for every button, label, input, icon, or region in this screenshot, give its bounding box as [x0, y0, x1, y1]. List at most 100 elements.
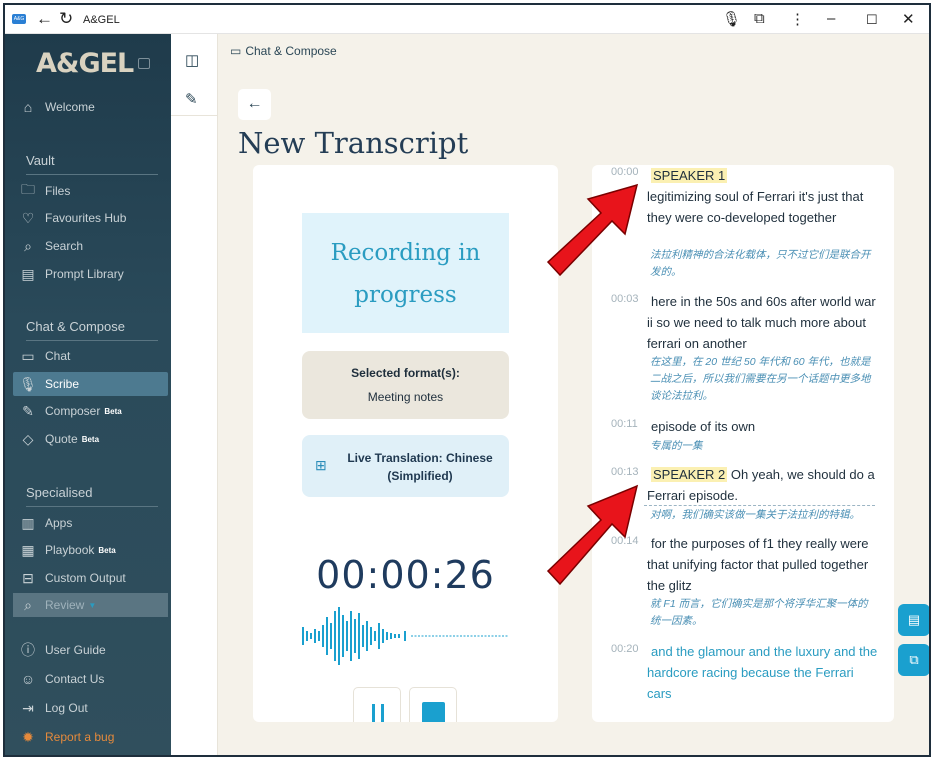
sidebar-item-files[interactable]: 🗀 Files — [13, 179, 168, 203]
sidebar-item-apps[interactable]: ▥ Apps — [13, 511, 168, 535]
segment-timestamp: 00:00 — [611, 166, 639, 178]
book-icon[interactable]: ▤ — [898, 604, 929, 636]
translation-box[interactable]: ⊞ Live Translation: Chinese (Simplified) — [302, 435, 509, 497]
beta-badge: Beta — [98, 545, 116, 555]
segment-timestamp: 00:03 — [611, 293, 639, 305]
format-box[interactable]: Selected format(s): Meeting notes — [302, 351, 509, 419]
audio-waveform — [302, 607, 509, 665]
panel-toggle-icon[interactable]: ◫ — [185, 51, 199, 69]
sidebar-item-label: Custom Output — [45, 571, 126, 585]
chat-icon: ▭ — [230, 44, 242, 58]
pause-icon — [372, 704, 375, 722]
tag-icon: ◇ — [22, 430, 34, 447]
more-menu-icon[interactable]: ⋮ — [790, 10, 805, 28]
segment-translation: 法拉利精神的合法化载体，只不过它们是联合开发的。 — [650, 249, 871, 278]
recorder-panel: Recording in progress Selected format(s)… — [253, 165, 558, 722]
contact-icon: ☺ — [20, 671, 36, 687]
beta-badge: Beta — [104, 406, 122, 416]
breadcrumb-label: Chat & Compose — [245, 44, 337, 58]
sidebar-item-custom-output[interactable]: ⊟ Custom Output — [13, 566, 168, 590]
segment-body: episode of its own — [651, 419, 756, 434]
section-heading-vault: Vault — [26, 153, 158, 175]
sidebar-item-log-out[interactable]: ⇥ Log Out — [13, 696, 168, 720]
segment-timestamp: 00:13 — [611, 466, 639, 478]
sidebar-item-label: Search — [45, 239, 84, 253]
format-title: Selected format(s): — [351, 366, 460, 380]
sidebar-item-label: Review — [45, 598, 85, 612]
sidebar-item-composer[interactable]: ✎ Composer Beta — [13, 399, 168, 423]
sidebar-item-label: Files — [45, 184, 71, 198]
sidebar-item-contact-us[interactable]: ☺ Contact Us — [13, 667, 168, 691]
sidebar: A&GEL ⌂ Welcome Vault 🗀 Files ♡ Favourit… — [5, 34, 171, 755]
segment-translation: 对啊，我们确实该做一集关于法拉利的特辑。 — [650, 509, 860, 521]
sidebar-item-prompt-library[interactable]: ▤ Prompt Library — [13, 262, 168, 286]
segment-body: legitimizing soul of Ferrari it's just t… — [647, 189, 864, 225]
chat-icon: ▭ — [21, 347, 35, 364]
extension-icon[interactable]: ⧉ — [754, 10, 765, 27]
library-icon: ▤ — [21, 265, 35, 282]
search-icon: ⌕ — [24, 237, 32, 254]
pause-button[interactable] — [353, 687, 401, 722]
copy-icon[interactable]: ⧉ — [898, 644, 929, 676]
sidebar-item-label: Scribe — [45, 377, 80, 391]
translate-icon: ⊞ — [315, 457, 327, 473]
sidebar-item-label: Favourites Hub — [45, 211, 127, 225]
folder-icon: 🗀 — [21, 181, 35, 197]
book-icon: ▦ — [21, 541, 35, 558]
sidebar-item-chat[interactable]: ▭ Chat — [13, 344, 168, 368]
breadcrumb[interactable]: ▭ Chat & Compose — [230, 44, 337, 58]
microphone-icon[interactable]: 🎙 — [722, 10, 741, 28]
recording-status: Recording in progress — [302, 213, 509, 333]
app-logo: A&GEL — [36, 48, 134, 79]
segment-body: here in the 50s and 60s after world war … — [647, 294, 876, 351]
tool-column: ◫ ✎ — [171, 34, 218, 755]
sidebar-item-welcome[interactable]: ⌂ Welcome — [13, 95, 168, 119]
back-arrow-icon[interactable]: ← — [36, 9, 53, 29]
sidebar-item-label: User Guide — [45, 643, 106, 657]
sidebar-item-label: Report a bug — [45, 730, 115, 744]
sidebar-item-label: Composer — [45, 404, 101, 418]
segment-timestamp: 00:20 — [611, 643, 639, 655]
back-button[interactable]: ← — [238, 89, 271, 120]
app-window: A&G ← ↻ A&GEL 🎙 ⧉ ⋮ – ☐ ✕ A&GEL ⌂ Welcom… — [3, 3, 931, 757]
segment-text: SPEAKER 1 legitimizing soul of Ferrari it… — [647, 165, 879, 228]
beta-badge: Beta — [81, 434, 100, 444]
segment-timestamp: 00:11 — [611, 418, 638, 430]
stop-button[interactable] — [409, 687, 457, 722]
sidebar-item-playbook[interactable]: ▦ Playbook Beta — [13, 538, 168, 562]
info-icon: ⓘ — [21, 642, 35, 658]
sidebar-item-label: Quote — [45, 432, 78, 446]
new-note-icon[interactable]: ✎ — [185, 90, 198, 108]
close-icon[interactable]: ✕ — [902, 10, 915, 28]
page-title: New Transcript — [238, 126, 469, 160]
sidebar-item-scribe[interactable]: 🎙 Scribe — [13, 372, 168, 396]
reload-icon[interactable]: ↻ — [59, 9, 73, 29]
sidebar-item-label: Log Out — [45, 701, 88, 715]
sidebar-item-label: Playbook — [45, 543, 95, 557]
sidebar-item-favourites-hub[interactable]: ♡ Favourites Hub — [13, 206, 168, 230]
heart-icon: ♡ — [21, 209, 35, 226]
app-badge: A&G — [12, 14, 26, 24]
sidebar-item-review[interactable]: ⌕ Review ▼ — [13, 593, 168, 617]
sidebar-item-label: Contact Us — [45, 672, 105, 686]
sidebar-item-report-bug[interactable]: ✹ Report a bug — [13, 725, 168, 749]
sidebar-item-quote[interactable]: ◇ Quote Beta — [13, 427, 168, 451]
segment-translation: 在这里，在 20 世纪 50 年代和 60 年代，也就是二战之后，所以我们需要在… — [650, 356, 871, 402]
section-heading-specialised: Specialised — [26, 485, 158, 507]
annotation-arrow — [546, 183, 639, 277]
speaker-label: SPEAKER 1 — [651, 168, 728, 183]
sidebar-item-search[interactable]: ⌕ Search — [13, 234, 168, 258]
format-value: Meeting notes — [367, 390, 444, 404]
home-icon: ⌂ — [23, 99, 33, 115]
sidebar-item-label: Prompt Library — [45, 267, 124, 281]
maximize-icon[interactable]: ☐ — [866, 12, 878, 28]
minimize-icon[interactable]: – — [827, 10, 835, 27]
divider — [171, 115, 217, 116]
sidebar-item-user-guide[interactable]: ⓘ User Guide — [13, 638, 168, 662]
main-content: ▭ Chat & Compose ← New Transcript Recordi… — [218, 34, 929, 755]
sidebar-item-label: Welcome — [45, 100, 95, 114]
speaker-label: SPEAKER 2 — [651, 467, 728, 482]
sidebar-item-label: Chat — [45, 349, 71, 363]
collapse-sidebar-icon[interactable] — [138, 58, 150, 69]
custom-output-icon: ⊟ — [22, 569, 34, 586]
